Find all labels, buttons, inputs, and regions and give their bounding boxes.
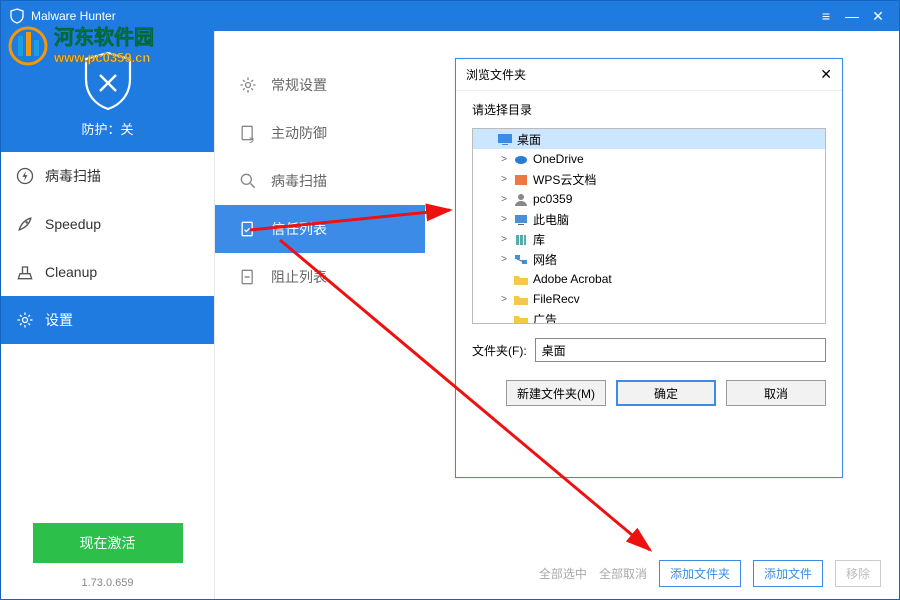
wps-icon <box>513 172 529 186</box>
new-folder-button[interactable]: 新建文件夹(M) <box>506 380 606 406</box>
activate-button[interactable]: 现在激活 <box>33 523 183 563</box>
expand-icon[interactable]: > <box>499 254 509 265</box>
rocket-icon <box>15 214 35 234</box>
tree-label: WPS云文档 <box>533 171 596 188</box>
expand-icon[interactable] <box>483 134 493 145</box>
expand-icon[interactable]: > <box>499 194 509 205</box>
settings-nav-label: 主动防御 <box>271 123 327 143</box>
settings-nav-label: 信任列表 <box>271 219 327 239</box>
tree-label: OneDrive <box>533 152 584 166</box>
add-file-button[interactable]: 添加文件 <box>753 560 823 587</box>
tree-node[interactable]: > FileRecv <box>473 289 825 309</box>
nav-item-设置[interactable]: 设置 <box>1 296 214 344</box>
protection-status-text: 防护：关 <box>81 119 133 138</box>
nav-item-speedup[interactable]: Speedup <box>1 200 214 248</box>
desktop-icon <box>497 132 513 146</box>
tree-label: Adobe Acrobat <box>533 272 612 286</box>
menu-button[interactable]: ≡ <box>813 8 839 24</box>
tree-label: 广告 <box>533 311 557 325</box>
expand-icon[interactable] <box>499 314 509 325</box>
sidebar: 防护：关 病毒扫描 Speedup Cleanup 设置 现在激活 1.73.0.65… <box>1 31 215 599</box>
nav-label: 设置 <box>45 310 73 330</box>
version-label: 1.73.0.659 <box>1 577 214 589</box>
tree-node[interactable]: > OneDrive <box>473 149 825 169</box>
settings-nav-gear[interactable]: 常规设置 <box>215 61 425 109</box>
settings-nav-doc-block[interactable]: 阻止列表 <box>215 253 425 301</box>
app-title: Malware Hunter <box>31 9 813 23</box>
lib-icon <box>513 232 529 246</box>
tree-label: 网络 <box>533 251 557 268</box>
settings-nav-label: 病毒扫描 <box>271 171 327 191</box>
add-folder-button[interactable]: 添加文件夹 <box>659 560 741 587</box>
settings-nav-magnify[interactable]: 病毒扫描 <box>215 157 425 205</box>
folder-icon <box>513 292 529 306</box>
shield-doc-icon <box>237 122 259 144</box>
protection-status-panel: 防护：关 <box>1 31 214 152</box>
settings-nav-shield-doc[interactable]: 主动防御 <box>215 109 425 157</box>
titlebar: Malware Hunter ≡ — ✕ <box>1 1 899 31</box>
tree-node[interactable]: 桌面 <box>473 129 825 149</box>
folder-field-label: 文件夹(F): <box>472 342 527 359</box>
dialog-close-icon[interactable]: ✕ <box>820 66 832 83</box>
tree-label: 此电脑 <box>533 211 569 228</box>
tree-node[interactable]: 广告 <box>473 309 825 324</box>
magnify-icon <box>237 170 259 192</box>
tree-label: pc0359 <box>533 192 572 206</box>
dialog-title: 浏览文件夹 <box>466 66 526 83</box>
shield-icon <box>80 49 136 113</box>
expand-icon[interactable]: > <box>499 154 509 165</box>
tree-node[interactable]: > 此电脑 <box>473 209 825 229</box>
nav-item-cleanup[interactable]: Cleanup <box>1 248 214 296</box>
tree-node[interactable]: Adobe Acrobat <box>473 269 825 289</box>
bottom-toolbar: 全部选中 全部取消 添加文件夹 添加文件 移除 <box>425 560 899 587</box>
minimize-button[interactable]: — <box>839 8 865 24</box>
gear-icon <box>237 74 259 96</box>
tree-node[interactable]: > WPS云文档 <box>473 169 825 189</box>
nav-item-病毒扫描[interactable]: 病毒扫描 <box>1 152 214 200</box>
net-icon <box>513 252 529 266</box>
gear-icon <box>15 310 35 330</box>
settings-nav-doc-check[interactable]: 信任列表 <box>215 205 425 253</box>
folder-icon <box>513 272 529 286</box>
cancel-button[interactable]: 取消 <box>726 380 826 406</box>
expand-icon[interactable]: > <box>499 174 509 185</box>
tree-label: 桌面 <box>517 131 541 148</box>
expand-icon[interactable]: > <box>499 294 509 305</box>
deselect-all-button[interactable]: 全部取消 <box>599 565 647 582</box>
browse-folder-dialog: 浏览文件夹 ✕ 请选择目录 桌面>OneDrive>WPS云文档>pc0359>… <box>455 58 843 478</box>
nav-label: 病毒扫描 <box>45 166 101 186</box>
bolt-icon <box>15 166 35 186</box>
tree-node[interactable]: > 网络 <box>473 249 825 269</box>
tree-node[interactable]: >库 <box>473 229 825 249</box>
settings-sidebar: 常规设置主动防御病毒扫描信任列表阻止列表 <box>215 31 425 599</box>
expand-icon[interactable]: > <box>499 214 509 225</box>
settings-nav-label: 常规设置 <box>271 75 327 95</box>
broom-icon <box>15 262 35 282</box>
expand-icon[interactable]: > <box>499 234 509 245</box>
folder-tree[interactable]: 桌面>OneDrive>WPS云文档>pc0359>此电脑>库>网络 Adobe… <box>472 128 826 324</box>
tree-label: 库 <box>533 231 545 248</box>
doc-block-icon <box>237 266 259 288</box>
ok-button[interactable]: 确定 <box>616 380 716 406</box>
nav-label: Cleanup <box>45 264 97 280</box>
doc-check-icon <box>237 218 259 240</box>
app-logo-icon <box>9 8 25 24</box>
cloud-icon <box>513 152 529 166</box>
settings-nav-label: 阻止列表 <box>271 267 327 287</box>
dialog-subtitle: 请选择目录 <box>456 91 842 124</box>
pc-icon <box>513 212 529 226</box>
select-all-button[interactable]: 全部选中 <box>539 565 587 582</box>
close-button[interactable]: ✕ <box>865 8 891 25</box>
tree-node[interactable]: > pc0359 <box>473 189 825 209</box>
folder-name-input[interactable] <box>535 338 826 362</box>
expand-icon[interactable] <box>499 274 509 285</box>
remove-button[interactable]: 移除 <box>835 560 881 587</box>
user-icon <box>513 192 529 206</box>
tree-label: FileRecv <box>533 292 580 306</box>
folder-icon <box>513 312 529 324</box>
nav-label: Speedup <box>45 216 101 232</box>
